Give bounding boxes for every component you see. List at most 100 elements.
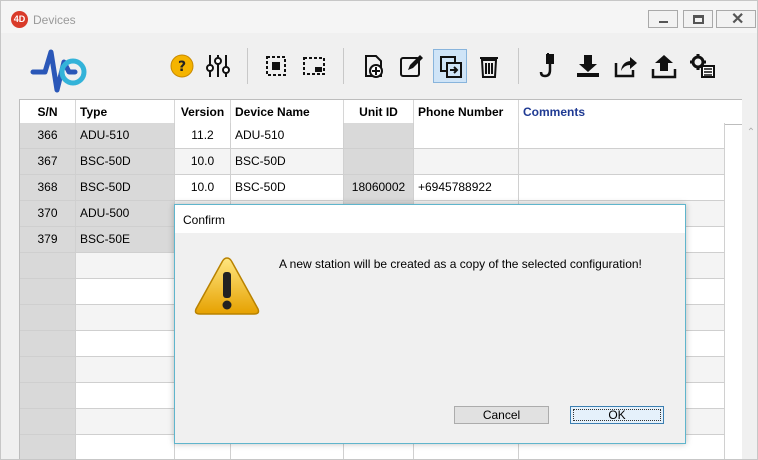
cell-sn[interactable]: 368 xyxy=(20,175,76,200)
cell-sn[interactable] xyxy=(20,409,76,434)
cell-version[interactable]: 10.0 xyxy=(175,149,231,174)
cell-sn[interactable] xyxy=(20,383,76,408)
edit-icon xyxy=(400,55,423,77)
dialog-title-bar: Confirm xyxy=(175,205,685,233)
upload-icon xyxy=(651,55,677,79)
deselect-icon xyxy=(303,57,325,75)
cell-sn[interactable] xyxy=(20,279,76,304)
cell-sn[interactable]: 370 xyxy=(20,201,76,226)
close-icon: ✕ xyxy=(731,11,745,28)
cell-device-name[interactable]: ADU-510 xyxy=(231,123,344,148)
cell-version[interactable]: 11.2 xyxy=(175,123,231,148)
cancel-button[interactable]: Cancel xyxy=(454,406,549,424)
column-header-comments[interactable]: Comments xyxy=(519,100,725,124)
cell-type[interactable] xyxy=(76,279,175,304)
column-header-unit-id[interactable]: Unit ID xyxy=(344,100,414,124)
window-title: Devices xyxy=(33,13,76,27)
delete-icon xyxy=(480,57,498,78)
cell-version[interactable]: 10.0 xyxy=(175,175,231,200)
column-header-phone-number[interactable]: Phone Number xyxy=(414,100,519,124)
cell-type[interactable] xyxy=(76,383,175,408)
copy-icon xyxy=(440,56,462,78)
download-icon xyxy=(577,55,599,77)
column-header-device-name[interactable]: Device Name xyxy=(231,100,344,124)
cell-type[interactable] xyxy=(76,409,175,434)
download-button[interactable] xyxy=(571,49,605,83)
cell-sn[interactable]: 367 xyxy=(20,149,76,174)
app-icon: 4D xyxy=(11,11,28,28)
export-button[interactable] xyxy=(609,49,643,83)
deselect-button[interactable] xyxy=(297,49,331,83)
cell-sn[interactable] xyxy=(20,435,76,459)
upload-button[interactable] xyxy=(647,49,681,83)
column-header-sn[interactable]: S/N xyxy=(20,100,76,124)
dialog-title: Confirm xyxy=(183,213,226,227)
column-header-version[interactable]: Version xyxy=(175,100,231,124)
new-device-button[interactable] xyxy=(356,49,390,83)
select-all-button[interactable] xyxy=(259,49,293,83)
cell-phone[interactable]: +6945788922 xyxy=(414,175,519,200)
cell-unit-id[interactable] xyxy=(344,149,414,174)
cell-sn[interactable]: 366 xyxy=(20,123,76,148)
cell-sn[interactable] xyxy=(20,305,76,330)
help-icon: ? xyxy=(170,54,194,78)
focus-ring xyxy=(573,409,661,421)
copy-button[interactable] xyxy=(433,49,467,83)
cell-type[interactable]: ADU-510 xyxy=(76,123,175,148)
export-icon xyxy=(614,57,637,78)
cell-unit-id[interactable]: 18060002 xyxy=(344,175,414,200)
table-row[interactable]: 368 BSC-50D 10.0 BSC-50D 18060002 +6945788922 xyxy=(20,175,725,201)
cell-unit-id[interactable] xyxy=(344,123,414,148)
minimize-icon xyxy=(659,21,668,23)
close-button[interactable]: ✕ xyxy=(716,10,756,28)
new-device-icon xyxy=(365,55,383,78)
cell-type[interactable]: BSC-50D xyxy=(76,175,175,200)
help-button[interactable]: ? xyxy=(165,49,199,83)
svg-text:?: ? xyxy=(178,59,186,75)
cell-sn[interactable] xyxy=(20,357,76,382)
cell-type[interactable] xyxy=(76,331,175,356)
toolbar-separator xyxy=(343,48,344,84)
cell-comments[interactable] xyxy=(519,175,725,200)
settings-button[interactable] xyxy=(201,49,235,83)
scroll-up-icon[interactable]: ⌃ xyxy=(745,128,757,138)
cell-type[interactable] xyxy=(76,435,175,459)
edit-button[interactable] xyxy=(394,49,428,83)
connect-cable-icon xyxy=(539,53,554,78)
cell-type[interactable]: ADU-500 xyxy=(76,201,175,226)
select-all-icon xyxy=(266,56,286,76)
warning-icon xyxy=(194,257,260,315)
cell-type[interactable]: BSC-50D xyxy=(76,149,175,174)
toolbar: ? xyxy=(11,34,751,98)
cell-phone[interactable] xyxy=(414,149,519,174)
cell-type[interactable] xyxy=(76,357,175,382)
column-header-type[interactable]: Type xyxy=(76,100,175,124)
cell-comments[interactable] xyxy=(519,149,725,174)
dialog-message: A new station will be created as a copy … xyxy=(279,257,642,271)
title-bar: 4D Devices ✕ xyxy=(1,1,757,33)
delete-button[interactable] xyxy=(472,49,506,83)
cell-sn[interactable] xyxy=(20,253,76,278)
maximize-button[interactable] xyxy=(683,10,713,28)
cell-sn[interactable] xyxy=(20,331,76,356)
cell-comments[interactable] xyxy=(519,123,725,148)
cell-type[interactable] xyxy=(76,305,175,330)
cell-type[interactable] xyxy=(76,253,175,278)
config-list-button[interactable] xyxy=(685,49,719,83)
table-row[interactable]: 367 BSC-50D 10.0 BSC-50D xyxy=(20,149,725,175)
logo-icon xyxy=(30,49,87,93)
devices-window: 4D Devices ✕ ? S/N Type Version Device N… xyxy=(0,0,758,460)
connect-button[interactable] xyxy=(533,49,567,83)
cell-phone[interactable] xyxy=(414,123,519,148)
ok-button[interactable]: OK xyxy=(570,406,664,424)
vertical-scrollbar[interactable]: ⌃ xyxy=(742,123,757,459)
toolbar-separator xyxy=(247,48,248,84)
cell-device-name[interactable]: BSC-50D xyxy=(231,175,344,200)
confirm-dialog: Confirm A new station will be created as… xyxy=(174,204,686,444)
minimize-button[interactable] xyxy=(648,10,678,28)
cell-type[interactable]: BSC-50E xyxy=(76,227,175,252)
config-list-icon xyxy=(690,54,715,78)
cell-sn[interactable]: 379 xyxy=(20,227,76,252)
cell-device-name[interactable]: BSC-50D xyxy=(231,149,344,174)
table-row[interactable]: 366 ADU-510 11.2 ADU-510 xyxy=(20,123,725,149)
